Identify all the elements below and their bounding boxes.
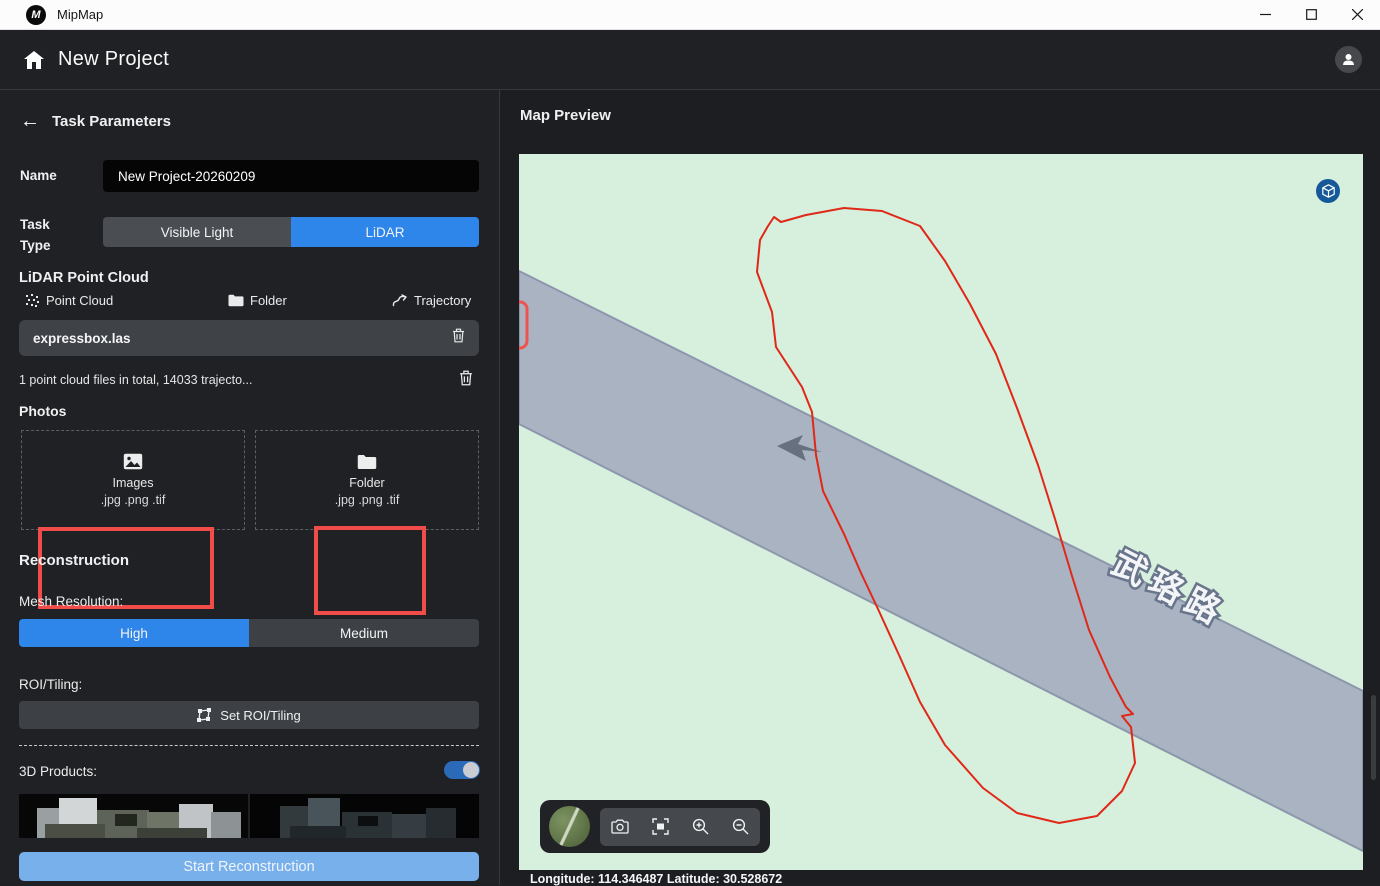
mesh-option-medium[interactable]: Medium bbox=[249, 619, 479, 647]
home-button[interactable] bbox=[22, 48, 46, 72]
tab-point-cloud[interactable]: Point Cloud bbox=[25, 293, 113, 308]
images-icon bbox=[123, 453, 143, 470]
zoom-in-button[interactable] bbox=[687, 814, 713, 840]
map-tools bbox=[600, 808, 760, 846]
source-tabs: Point Cloud Folder Trajectory bbox=[0, 293, 500, 311]
photos-title: Photos bbox=[19, 403, 66, 419]
fit-extent-icon bbox=[652, 818, 669, 835]
basemap-layer-button[interactable] bbox=[549, 806, 590, 847]
tab-folder[interactable]: Folder bbox=[228, 293, 287, 308]
delete-all-icon[interactable] bbox=[459, 370, 473, 391]
tab-trajectory[interactable]: Trajectory bbox=[392, 293, 471, 308]
task-parameters-panel: ← Task Parameters Name Task Type Visible… bbox=[0, 90, 500, 885]
scrollbar-thumb[interactable] bbox=[1371, 695, 1376, 780]
zoom-in-icon bbox=[692, 818, 709, 835]
roi-tiling-label: ROI/Tiling: bbox=[19, 677, 82, 692]
maximize-button[interactable] bbox=[1288, 0, 1334, 29]
annotation-highlight-folder bbox=[314, 526, 426, 615]
mesh-resolution-label: Mesh Resolution: bbox=[19, 594, 123, 609]
person-icon bbox=[1341, 52, 1356, 67]
map-canvas[interactable]: 武珞路 bbox=[519, 154, 1363, 870]
roi-polygon-icon bbox=[197, 708, 212, 722]
coordinates-status: Longitude: 114.346487 Latitude: 30.52867… bbox=[530, 872, 782, 886]
app-logo-icon: M bbox=[26, 5, 46, 25]
project-name-input[interactable] bbox=[103, 160, 479, 192]
set-roi-tiling-button[interactable]: Set ROI/Tiling bbox=[19, 701, 479, 729]
lidar-section-title: LiDAR Point Cloud bbox=[19, 270, 149, 286]
point-cloud-file-row[interactable]: expressbox.las bbox=[19, 320, 479, 356]
folder-upload-icon bbox=[357, 454, 377, 470]
close-button[interactable] bbox=[1334, 0, 1380, 29]
user-avatar-button[interactable] bbox=[1335, 46, 1362, 73]
back-button[interactable]: ← bbox=[20, 110, 40, 132]
products-toggle[interactable] bbox=[444, 761, 480, 779]
point-cloud-icon bbox=[25, 293, 40, 308]
file-name: expressbox.las bbox=[33, 331, 131, 346]
delete-file-icon[interactable] bbox=[452, 328, 465, 348]
task-type-option-visible-light[interactable]: Visible Light bbox=[103, 217, 291, 247]
folder-icon bbox=[228, 294, 244, 307]
zoom-out-icon bbox=[732, 818, 749, 835]
upload-images-formats: .jpg .png .tif bbox=[101, 493, 166, 507]
mesh-resolution-segmented: High Medium bbox=[19, 619, 479, 647]
app-title: MipMap bbox=[57, 7, 103, 22]
window-controls bbox=[1242, 0, 1380, 29]
reconstruction-title: Reconstruction bbox=[19, 552, 129, 569]
upload-images-label: Images bbox=[113, 476, 154, 490]
minimize-button[interactable] bbox=[1242, 0, 1288, 29]
start-reconstruction-button[interactable]: Start Reconstruction bbox=[19, 852, 479, 881]
product-preview-pointcloud bbox=[250, 794, 479, 838]
screenshot-button[interactable] bbox=[607, 814, 633, 840]
product-preview-mesh bbox=[19, 794, 248, 838]
upload-images-box[interactable]: Images .jpg .png .tif bbox=[21, 430, 245, 530]
file-summary-text: 1 point cloud files in total, 14033 traj… bbox=[19, 373, 252, 387]
app-header: New Project bbox=[0, 30, 1380, 90]
section-title: Task Parameters bbox=[52, 113, 171, 130]
cube-icon bbox=[1322, 184, 1335, 198]
trajectory-icon bbox=[392, 294, 408, 308]
upload-folder-label: Folder bbox=[349, 476, 384, 490]
section-divider bbox=[19, 745, 479, 746]
fit-extent-button[interactable] bbox=[647, 814, 673, 840]
task-type-segmented: Visible Light LiDAR bbox=[103, 217, 479, 247]
products-label: 3D Products: bbox=[19, 764, 97, 779]
camera-icon bbox=[611, 819, 629, 834]
name-label: Name bbox=[20, 168, 57, 183]
map-toolbar bbox=[540, 800, 770, 853]
map-preview-title: Map Preview bbox=[520, 107, 611, 124]
map-3d-view-button[interactable] bbox=[1316, 179, 1340, 203]
file-summary-row: 1 point cloud files in total, 14033 traj… bbox=[19, 371, 479, 389]
mesh-option-high[interactable]: High bbox=[19, 619, 249, 647]
page-title: New Project bbox=[58, 48, 169, 71]
zoom-out-button[interactable] bbox=[727, 814, 753, 840]
titlebar: M MipMap bbox=[0, 0, 1380, 30]
task-type-option-lidar[interactable]: LiDAR bbox=[291, 217, 479, 247]
upload-folder-box[interactable]: Folder .jpg .png .tif bbox=[255, 430, 479, 530]
map-preview-panel: Map Preview 武珞路 bbox=[500, 90, 1380, 885]
upload-folder-formats: .jpg .png .tif bbox=[335, 493, 400, 507]
task-type-label: Task Type bbox=[20, 214, 68, 256]
